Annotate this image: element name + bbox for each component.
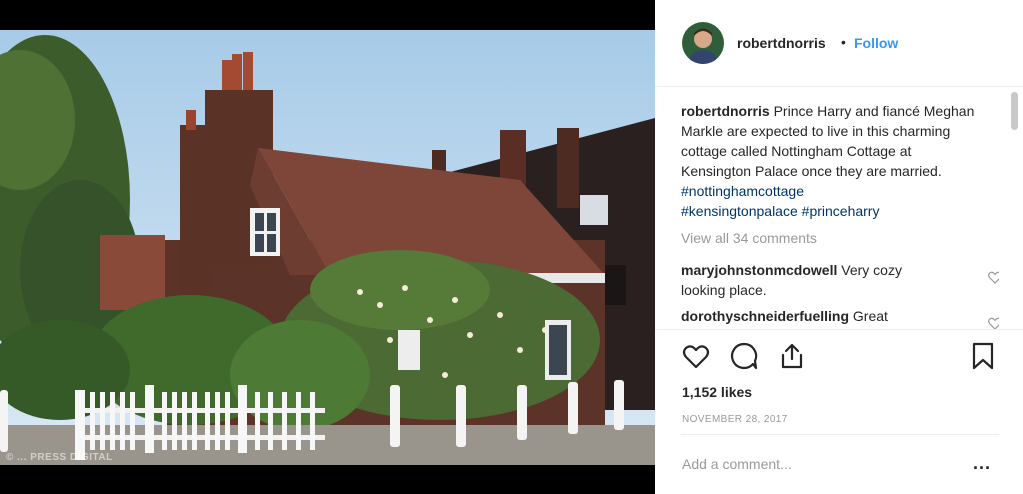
more-options-button[interactable]: ... xyxy=(973,453,991,474)
comment-like-heart-icon[interactable] xyxy=(987,269,999,285)
heart-icon[interactable] xyxy=(681,341,711,371)
comment-like-heart-icon[interactable] xyxy=(987,315,999,329)
comment-icon[interactable] xyxy=(729,341,759,371)
comment-username[interactable]: dorothyschneiderfuelling xyxy=(681,308,849,324)
action-bar xyxy=(655,329,1023,330)
caption-username[interactable]: robertdnorris xyxy=(681,103,770,119)
view-all-comments-link[interactable]: View all 34 comments xyxy=(681,230,817,246)
avatar[interactable] xyxy=(682,22,724,64)
bookmark-icon[interactable] xyxy=(968,341,998,371)
photo-watermark: © ... PRESS DIGITAL xyxy=(6,452,113,463)
post-caption: robertdnorris Prince Harry and fiancé Me… xyxy=(681,101,981,221)
hashtag-link[interactable]: #nottinghamcottage xyxy=(681,183,804,199)
comments-section: robertdnorris Prince Harry and fiancé Me… xyxy=(681,87,999,329)
post-photo[interactable]: © ... PRESS DIGITAL xyxy=(0,30,655,465)
post-sidebar: robertdnorris • Follow robertdnorris Pri… xyxy=(655,0,1023,494)
add-comment-input[interactable]: Add a comment... xyxy=(682,456,792,472)
post-header: robertdnorris • Follow xyxy=(655,0,1023,87)
hashtag-link[interactable]: #princeharry xyxy=(802,203,880,219)
comment-item: maryjohnstonmcdowell Very cozy looking p… xyxy=(681,260,941,300)
comments-scrollbar[interactable] xyxy=(1011,92,1018,130)
header-separator: • xyxy=(841,34,846,50)
divider xyxy=(681,434,999,435)
comment-text: Great xyxy=(849,308,888,324)
header-username[interactable]: robertdnorris xyxy=(737,35,826,51)
comment-username[interactable]: maryjohnstonmcdowell xyxy=(681,262,837,278)
likes-count[interactable]: 1,152 likes xyxy=(682,384,752,400)
hashtag-link[interactable]: #kensingtonpalace xyxy=(681,203,798,219)
post-date: NOVEMBER 28, 2017 xyxy=(682,414,788,425)
cottage-photo xyxy=(0,30,655,465)
share-icon[interactable] xyxy=(777,341,807,371)
follow-button[interactable]: Follow xyxy=(854,35,898,51)
avatar-image xyxy=(682,22,724,64)
comment-item: dorothyschneiderfuelling Great xyxy=(681,306,941,326)
post-photo-pane: © ... PRESS DIGITAL xyxy=(0,0,655,494)
